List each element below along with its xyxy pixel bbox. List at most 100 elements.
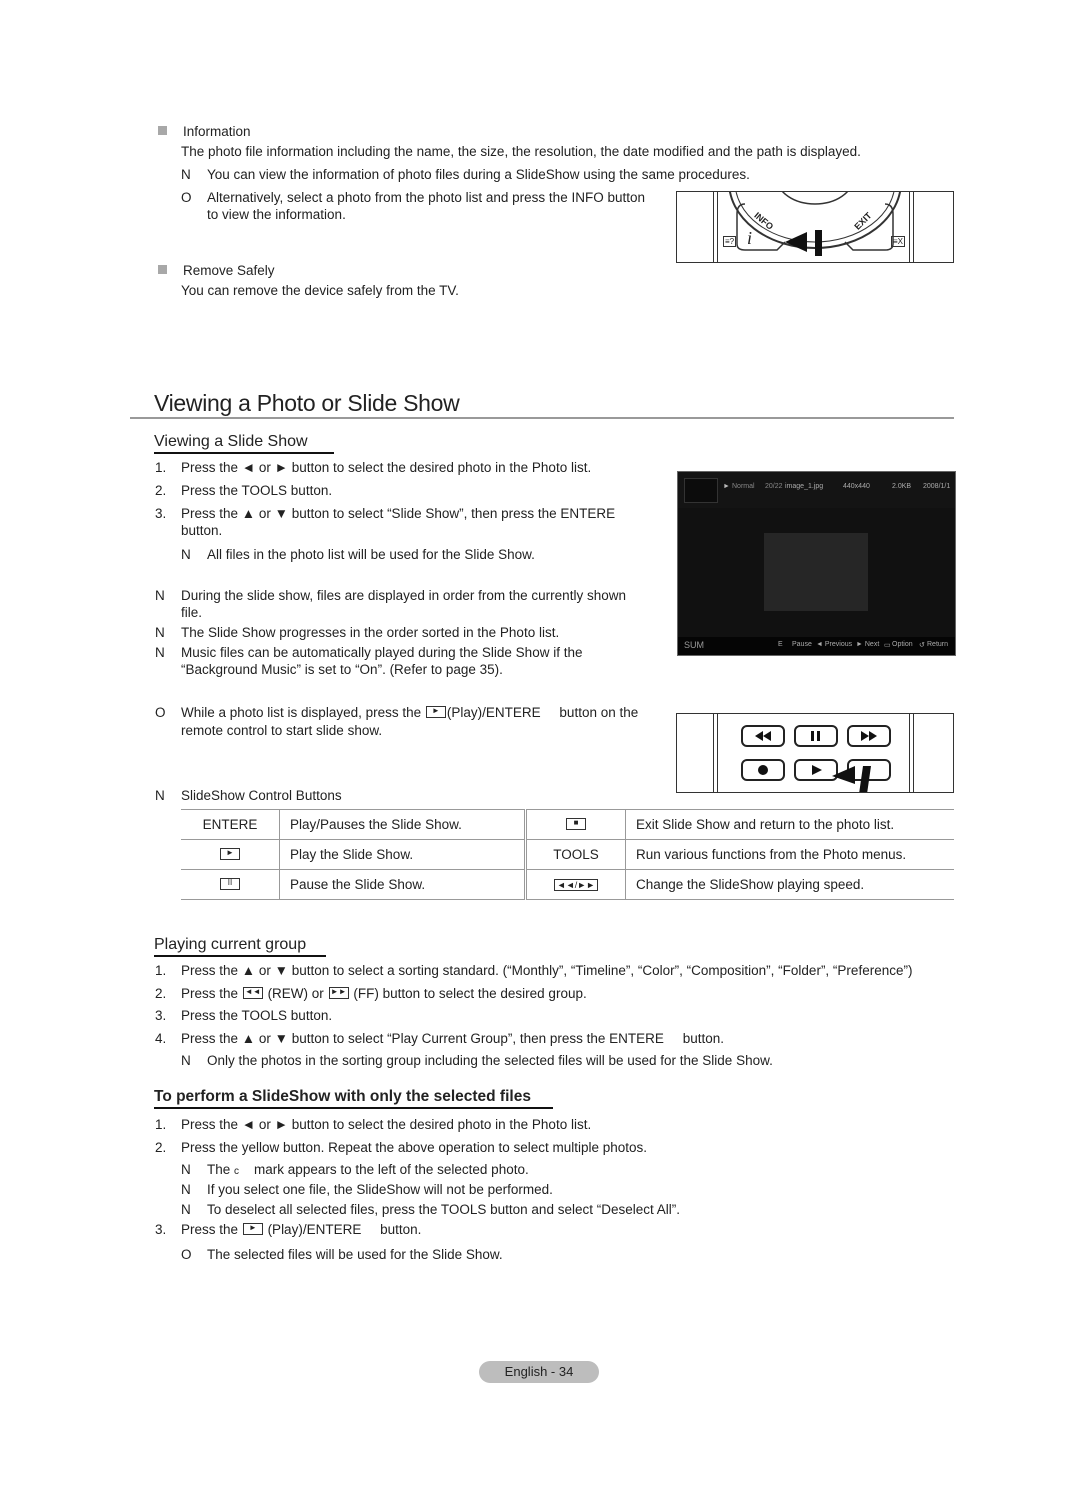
slideshow-step-2: 2. Press the TOOLS button. <box>155 482 332 500</box>
note-marker: N <box>181 1162 191 1177</box>
table-row: II Pause the Slide Show. ◄◄/►► Change th… <box>181 869 954 900</box>
step-number: 3. <box>155 1222 167 1237</box>
slideshow-controls-table: ENTERE Play/Pauses the Slide Show. ■ Exi… <box>181 809 954 900</box>
note-text: If you select one file, the SlideShow wi… <box>207 1182 553 1197</box>
slideshow-tip: O While a photo list is displayed, press … <box>155 704 638 722</box>
slideshow-note-3-cont: “Background Music” is set to “On”. (Refe… <box>181 662 503 677</box>
remote-info-exit-illustration: ≡? i INFO EXIT ≡X <box>676 191 954 263</box>
control-desc: Play/Pauses the Slide Show. <box>279 809 527 840</box>
note-marker: N <box>155 788 165 803</box>
step-text-mid: (REW) or <box>267 986 324 1001</box>
control-desc: Pause the Slide Show. <box>279 869 527 900</box>
info-tip-line1: Alternatively, select a photo from the p… <box>207 190 645 205</box>
play-button-icon: ► <box>242 1223 263 1235</box>
note-text-pre: The <box>207 1162 231 1177</box>
tip-marker: O <box>155 705 166 720</box>
group-note: N Only the photos in the sorting group in… <box>181 1052 773 1070</box>
note-text: During the slide show, files are display… <box>181 588 626 603</box>
step-number: 1. <box>155 963 167 978</box>
slideshow-step-3-note: N All files in the photo list will be use… <box>181 546 535 564</box>
step-number: 1. <box>155 460 167 475</box>
section-heading-group: Playing current group <box>154 936 307 953</box>
step-number: 3. <box>155 1008 167 1023</box>
control-key: ENTERE <box>181 809 280 840</box>
table-row: ENTERE Play/Pauses the Slide Show. ■ Exi… <box>181 809 954 840</box>
check-mark-icon: c <box>234 1166 240 1177</box>
play-button-icon: ► <box>220 848 240 860</box>
slideshow-note-1: N During the slide show, files are displa… <box>155 587 626 605</box>
selected-tip: O The selected files will be used for the… <box>181 1246 503 1264</box>
remote-playback-illustration <box>676 713 954 793</box>
selected-step-2: 2. Press the yellow button. Repeat the ab… <box>155 1139 647 1157</box>
slideshow-tip-cont: remote control to start slide show. <box>181 723 383 738</box>
slideshow-step-3-cont: button. <box>181 523 223 538</box>
tv-slideshow-screen: ► Normal 20/22 image_1.jpg 440x440 2.0KB… <box>677 471 956 656</box>
info-tip-line2: to view the information. <box>207 207 346 222</box>
tv-hint-option: Option <box>892 641 913 648</box>
note-marker: N <box>181 1182 191 1197</box>
group-step-3: 3. Press the TOOLS button. <box>155 1007 332 1025</box>
note-marker: N <box>155 625 165 640</box>
remote-playback-drawing <box>741 725 891 792</box>
tv-hint-enter: E <box>778 641 783 648</box>
tip-text-mid: (Play)/ENTERE <box>446 705 541 720</box>
remove-heading: Remove Safely <box>158 262 275 280</box>
tv-hint-bar: SUM E Pause ◄ Previous ► Next ▭ Option ↺… <box>678 637 955 655</box>
note-marker: N <box>155 588 165 603</box>
table-row: ► Play the Slide Show. TOOLS Run various… <box>181 839 954 870</box>
control-key: TOOLS <box>525 839 626 870</box>
option-icon: ▭ <box>884 642 891 649</box>
slideshow-note-3: N Music files can be automatically played… <box>155 644 582 662</box>
step-text: Press the ◄ or ► button to select the de… <box>181 460 592 475</box>
note-text: Only the photos in the sorting group inc… <box>207 1053 773 1068</box>
control-desc: Exit Slide Show and return to the photo … <box>625 809 954 840</box>
step-text: Press the yellow button. Repeat the abov… <box>181 1140 648 1155</box>
tv-hint-return: Return <box>927 641 949 648</box>
group-step-2: 2. Press the ◄◄ (REW) or ►► (FF) button t… <box>155 985 587 1003</box>
tv-photo <box>764 533 868 611</box>
tip-text: The selected files will be used for the … <box>207 1247 503 1262</box>
tv-counter: 20/22 <box>765 483 783 490</box>
step-text-pre: Press the <box>181 1222 239 1237</box>
selected-note-3: N To deselect all selected files, press t… <box>181 1201 680 1219</box>
group-step-4: 4. Press the ▲ or ▼ button to select “Pla… <box>155 1030 724 1048</box>
pause-button-icon: II <box>220 878 240 890</box>
note-text: Music files can be automatically played … <box>181 645 583 660</box>
selected-step-3: 3. Press the ► (Play)/ENTERE button. <box>155 1221 421 1239</box>
step-text: Press the ◄ or ► button to select the de… <box>181 1117 592 1132</box>
tip-marker: O <box>181 190 192 205</box>
slideshow-step-3: 3. Press the ▲ or ▼ button to select “Sli… <box>155 505 615 523</box>
controls-heading-text: SlideShow Control Buttons <box>181 788 342 803</box>
info-i-icon: i <box>747 228 753 248</box>
info-heading: Information <box>158 123 251 141</box>
info-tip: O Alternatively, select a photo from the … <box>181 189 645 207</box>
tv-thumbnail <box>684 478 718 503</box>
tv-filename: image_1.jpg <box>785 483 824 490</box>
step-text-mid: (Play)/ENTERE <box>267 1222 362 1237</box>
control-desc: Play the Slide Show. <box>279 839 527 870</box>
step-number: 2. <box>155 986 167 1001</box>
slideshow-step-1: 1. Press the ◄ or ► button to select the … <box>155 459 591 477</box>
step-text: Press the ▲ or ▼ button to select “Play … <box>181 1031 664 1046</box>
tv-hint-next: ► Next <box>856 641 880 648</box>
section-heading-selected: To perform a SlideShow with only the sel… <box>154 1088 531 1105</box>
controls-heading: N SlideShow Control Buttons <box>155 787 342 805</box>
stop-button-icon: ■ <box>566 818 586 830</box>
step-text-post: button. <box>682 1031 724 1046</box>
note-marker: N <box>155 645 165 660</box>
note-text: The Slide Show progresses in the order s… <box>181 625 560 640</box>
tip-text-pre: While a photo list is displayed, press t… <box>181 705 422 720</box>
selected-note-1: N The c mark appears to the left of the s… <box>181 1161 529 1181</box>
tv-hint-pause: Pause <box>792 641 812 648</box>
remote-buttons-drawing <box>728 192 902 256</box>
tv-resolution: 440x440 <box>843 483 870 490</box>
tv-mode: Normal <box>732 483 755 490</box>
pause-key <box>794 725 838 747</box>
heading-underline <box>154 452 334 454</box>
control-key: II <box>181 869 280 900</box>
bullet-square-icon <box>158 265 167 274</box>
step-number: 2. <box>155 1140 167 1155</box>
slideshow-note-2: N The Slide Show progresses in the order … <box>155 624 559 642</box>
tip-marker: O <box>181 1247 192 1262</box>
exit-x-icon: ≡X <box>891 236 906 247</box>
